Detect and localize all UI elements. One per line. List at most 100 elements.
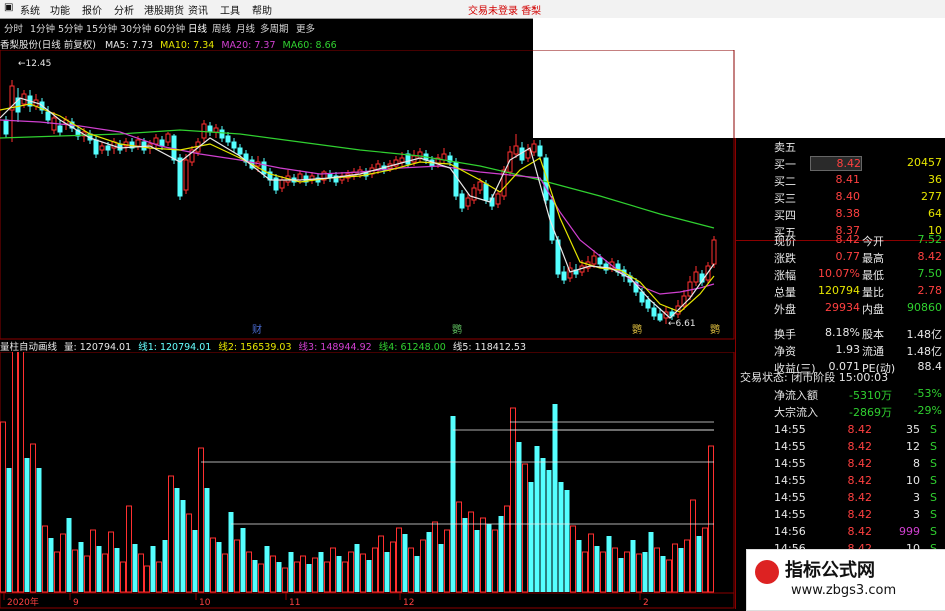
tick-side: S bbox=[930, 491, 937, 504]
volume-bar bbox=[642, 552, 648, 592]
orderbook-label: 买二 bbox=[774, 175, 796, 188]
volume-bar bbox=[570, 525, 576, 593]
menu-quote[interactable]: 报价 bbox=[82, 2, 102, 17]
volume-bar bbox=[372, 547, 378, 593]
stat-value: 8.42 bbox=[917, 250, 943, 263]
stat-label: 涨幅 bbox=[774, 269, 796, 282]
flow-label: 大宗流入 bbox=[774, 406, 818, 419]
candle-body bbox=[3, 119, 9, 135]
flow-row: 净流入额 -5310万 -53% bbox=[736, 386, 945, 403]
volume-bar bbox=[366, 560, 372, 592]
volume-bar bbox=[24, 458, 30, 592]
volume-bar bbox=[18, 352, 24, 593]
menu-hk-futures[interactable]: 港股期货 bbox=[144, 2, 184, 17]
candle-body bbox=[651, 307, 657, 317]
volume-bar bbox=[402, 534, 408, 592]
tick-side: S bbox=[930, 440, 937, 453]
tf-15min[interactable]: 15分钟 bbox=[86, 21, 117, 35]
tick-row: 14:55 8.42 8 S bbox=[736, 456, 945, 473]
orderbook-row[interactable]: 买二 8.41 36 bbox=[736, 172, 945, 189]
volume-bar bbox=[636, 553, 642, 593]
volume-chart[interactable]: 2000017500150001250010000750050002020年91… bbox=[0, 352, 735, 609]
volume-bar bbox=[654, 547, 660, 593]
tick-price: 8.42 bbox=[847, 423, 873, 436]
menu-function[interactable]: 功能 bbox=[50, 2, 70, 17]
stat-value: 1.93 bbox=[835, 343, 861, 356]
volume-bar bbox=[192, 530, 198, 592]
volume-bar bbox=[282, 567, 288, 593]
menu-tools[interactable]: 工具 bbox=[220, 2, 240, 17]
volume-bar bbox=[72, 549, 78, 593]
orderbook-price: 8.40 bbox=[835, 190, 861, 203]
stat-value: 29934 bbox=[825, 301, 860, 314]
watermark-url: www.zbgs3.com bbox=[791, 583, 897, 598]
x-axis-label: 11 bbox=[289, 598, 300, 608]
tf-weekly[interactable]: 周线 bbox=[212, 21, 231, 35]
volume-bar bbox=[450, 416, 456, 592]
volume-bar bbox=[60, 533, 66, 593]
tf-30min[interactable]: 30分钟 bbox=[120, 21, 151, 35]
tick-volume: 3 bbox=[913, 491, 920, 504]
volume-bar bbox=[240, 528, 246, 592]
volume-bar bbox=[498, 516, 504, 592]
volume-bar bbox=[132, 544, 138, 592]
orderbook-label: 卖五 bbox=[774, 141, 796, 154]
tick-volume: 35 bbox=[906, 423, 920, 436]
watermark-logo-icon bbox=[755, 560, 779, 584]
price-chart[interactable]: 10.5010.009.509.008.508.007.507.00←12.45… bbox=[0, 50, 735, 340]
volume-bar bbox=[396, 527, 402, 593]
volume-bar bbox=[576, 540, 582, 592]
candle-body bbox=[279, 179, 285, 189]
candle-body bbox=[297, 173, 303, 181]
menu-analysis[interactable]: 分析 bbox=[114, 2, 134, 17]
trade-login-status[interactable]: 交易未登录 香梨 bbox=[468, 2, 541, 17]
volume-bar bbox=[264, 546, 270, 592]
tick-time: 14:55 bbox=[774, 508, 806, 521]
volume-bar bbox=[510, 407, 516, 593]
volume-bar bbox=[594, 546, 600, 592]
ma60-line bbox=[0, 129, 715, 229]
volume-bar bbox=[312, 557, 318, 593]
volume-bar bbox=[96, 546, 102, 592]
ma5-line bbox=[0, 97, 715, 319]
candle-body bbox=[531, 143, 537, 153]
tick-time: 14:55 bbox=[774, 457, 806, 470]
tf-daily[interactable]: 日线 bbox=[188, 21, 207, 35]
volume-bar bbox=[216, 542, 222, 592]
volume-bar bbox=[234, 539, 240, 593]
volume-bar bbox=[276, 562, 282, 592]
tf-more[interactable]: 更多 bbox=[296, 21, 315, 35]
menu-help[interactable]: 帮助 bbox=[252, 2, 272, 17]
candle-body bbox=[645, 299, 651, 309]
stat-value: 90860 bbox=[907, 301, 942, 314]
orderbook-volume: 20457 bbox=[907, 156, 942, 169]
menu-news[interactable]: 资讯 bbox=[188, 2, 208, 17]
stat-label: 最低 bbox=[862, 269, 884, 282]
tf-monthly[interactable]: 月线 bbox=[236, 21, 255, 35]
timeframe-bar: 分时 1分钟 5分钟 15分钟 30分钟 60分钟 日线 周线 月线 多周期 更… bbox=[0, 19, 533, 35]
volume-bar bbox=[606, 536, 612, 592]
tick-row: 14:55 8.42 35 S bbox=[736, 422, 945, 439]
volume-bar bbox=[300, 555, 306, 593]
stat-value: 8.18% bbox=[825, 326, 860, 339]
app-icon[interactable]: ▣ bbox=[4, 2, 13, 13]
tf-intraday[interactable]: 分时 bbox=[4, 21, 23, 35]
orderbook-row[interactable]: 买四 8.38 64 bbox=[736, 206, 945, 223]
orderbook-price: 8.38 bbox=[835, 207, 861, 220]
volume-bar bbox=[456, 501, 462, 593]
volume-bar bbox=[648, 532, 654, 592]
tf-5min[interactable]: 5分钟 bbox=[58, 21, 83, 35]
volume-bar bbox=[516, 442, 522, 592]
menu-system[interactable]: 系统 bbox=[20, 2, 40, 17]
orderbook-row[interactable]: 买一 8.42 20457 bbox=[736, 155, 945, 172]
tf-1min[interactable]: 1分钟 bbox=[30, 21, 55, 35]
volume-bar bbox=[54, 551, 60, 593]
tick-volume: 8 bbox=[913, 457, 920, 470]
candle-body bbox=[183, 159, 189, 191]
orderbook-row[interactable]: 卖五 bbox=[736, 138, 945, 155]
tf-60min[interactable]: 60分钟 bbox=[154, 21, 185, 35]
tf-multi[interactable]: 多周期 bbox=[260, 21, 289, 35]
orderbook-row[interactable]: 买三 8.40 277 bbox=[736, 189, 945, 206]
stat-label: 内盘 bbox=[862, 303, 884, 316]
tick-row: 14:55 8.42 12 S bbox=[736, 439, 945, 456]
